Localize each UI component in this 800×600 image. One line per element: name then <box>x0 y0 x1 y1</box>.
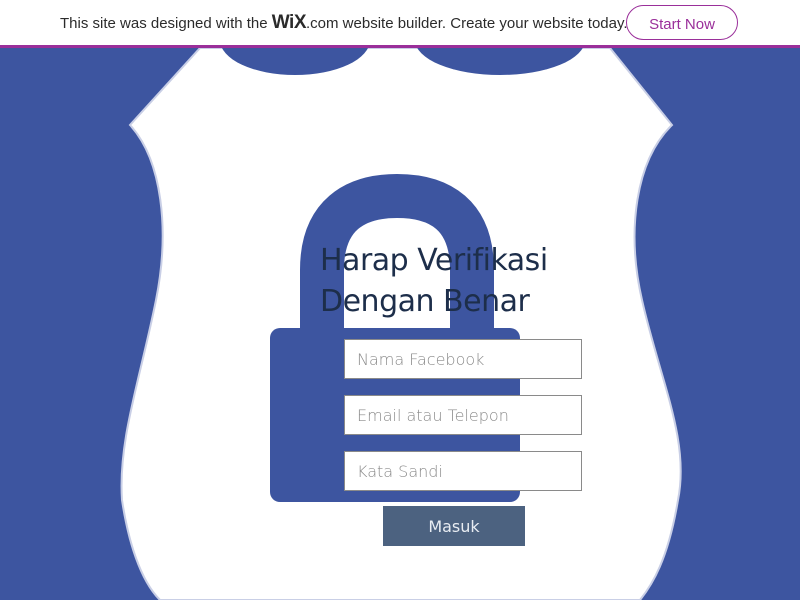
wix-promo-text: This site was designed with the WiX.com … <box>60 0 628 45</box>
password-input[interactable] <box>344 451 582 491</box>
wix-text-before: This site was designed with the <box>60 15 272 32</box>
wix-logo[interactable]: WiX <box>272 12 307 33</box>
wix-text-after: .com website builder. Create your websit… <box>306 15 628 32</box>
start-now-button[interactable]: Start Now <box>626 5 738 40</box>
facebook-name-input[interactable] <box>344 339 582 379</box>
page-heading: Harap Verifikasi Dengan Benar <box>320 243 548 319</box>
login-button[interactable]: Masuk <box>383 506 525 546</box>
wix-promo-banner: This site was designed with the WiX.com … <box>0 0 800 48</box>
email-phone-input[interactable] <box>344 395 582 435</box>
